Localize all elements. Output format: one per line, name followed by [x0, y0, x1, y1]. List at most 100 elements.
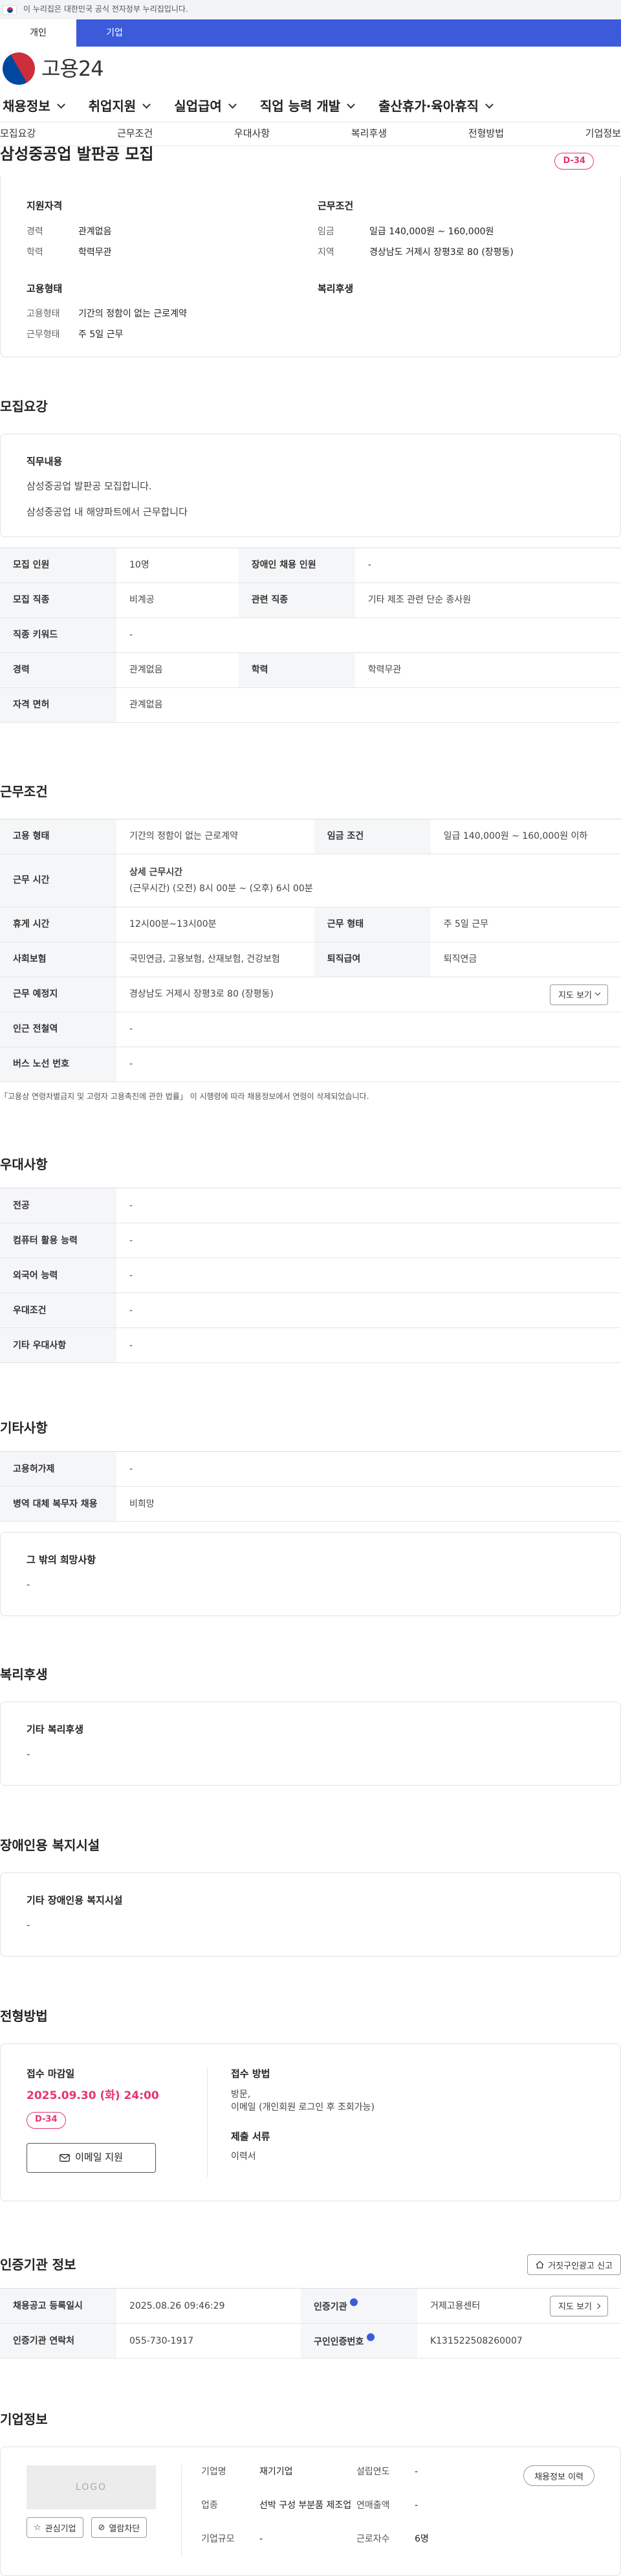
- deadline-block: 접수 마감일 2025.09.30 (화) 24:00 D-34 이메일 지원: [27, 2067, 208, 2178]
- cert-agency-value: 거제고용센터: [430, 2300, 481, 2311]
- anchor-welfare[interactable]: 복리후생: [351, 127, 387, 141]
- nav-skill-development[interactable]: 직업 능력 개발: [259, 97, 356, 116]
- report-false-ad-button[interactable]: 거짓구인광고 신고: [527, 2254, 621, 2276]
- cert-number-label: 구인인증번호: [313, 2337, 364, 2348]
- method-line: 방문,: [231, 2089, 251, 2100]
- section-title-work: 근무조건: [0, 783, 48, 799]
- company-info-grid: 기업명 재기기업 설립연도 - 업종 선박 구성 부분품 제조업 연매출액 - 기업규모…: [182, 2465, 518, 2557]
- table-value: -: [116, 1451, 621, 1487]
- table-row: 모집 직종 비계공 관련 직종 기타 제조 관련 단순 종사원: [0, 583, 621, 618]
- work-hours-detail: (근무시간) (오전) 8시 00분 ~ (오후) 6시 00분: [129, 883, 313, 894]
- anchor-preferences[interactable]: 우대사항: [234, 127, 270, 141]
- star-icon: ☆: [34, 2522, 41, 2533]
- nav-label: 채용정보: [3, 98, 50, 114]
- table-value: 비계공: [116, 583, 239, 618]
- anchor-selection[interactable]: 전형방법: [468, 127, 504, 141]
- table-value: -: [116, 1047, 621, 1082]
- agency-map-button[interactable]: 지도 보기: [550, 2295, 608, 2316]
- nav-label: 취업지원: [88, 98, 136, 114]
- table-value: 관계없음: [116, 652, 239, 688]
- summary-key: 학력: [27, 247, 43, 258]
- company-value: -: [259, 2534, 263, 2545]
- table-key: 임금 조건: [314, 819, 431, 854]
- table-key: 기타 우대사항: [0, 1327, 116, 1364]
- table-value: 학력무관: [354, 652, 621, 688]
- table-key: 자격 면허: [0, 687, 116, 723]
- table-key: 모집 인원: [0, 548, 116, 583]
- table-key: 인증기관: [300, 2288, 417, 2324]
- info-icon[interactable]: [350, 2298, 358, 2306]
- email-apply-button[interactable]: 이메일 지원: [27, 2142, 156, 2173]
- deadline-heading: 접수 마감일: [27, 2068, 75, 2080]
- company-key: 설립연도: [356, 2467, 390, 2478]
- map-view-button[interactable]: 지도 보기: [550, 984, 608, 1005]
- nav-employment-support[interactable]: 취업지원: [88, 97, 151, 116]
- chevron-down-icon: [347, 100, 356, 109]
- table-row: 인증기관 연락처 055-730-1917 구인인증번호 K131522508260…: [0, 2323, 621, 2359]
- welfare-heading: 기타 복리후생: [27, 1724, 84, 1736]
- chevron-down-icon: [485, 100, 494, 109]
- nav-label: 실업급여: [174, 98, 222, 114]
- cert-agency-label: 인증기관: [313, 2302, 347, 2313]
- gov-banner: 이 누리집은 대한민국 공식 전자정부 누리집입니다.: [0, 0, 621, 19]
- duty-card: 직무내용 삼성중공업 발판공 모집합니다. 삼성중공업 내 해양파트에서 근무합…: [0, 434, 621, 537]
- info-icon[interactable]: [367, 2333, 375, 2341]
- table-key: 사회보험: [0, 942, 116, 977]
- table-value: -: [116, 1327, 621, 1364]
- table-key: 외국어 능력: [0, 1258, 116, 1294]
- table-key: 전공: [0, 1188, 116, 1224]
- work-location: 경상남도 거제시 장평3로 80 (장평동): [129, 989, 274, 1000]
- summary-value: 경상남도 거제시 장평3로 80 (장평동): [369, 247, 514, 258]
- job-summary-card: 지원자격 경력 관계없음 학력 학력무관 근무조건 임금 일급 140,000원 ~ …: [0, 176, 621, 357]
- tab-company[interactable]: 기업: [76, 19, 153, 47]
- table-value: 퇴직연금: [430, 942, 621, 977]
- button-label: 채용정보 이력: [534, 2472, 583, 2482]
- block-icon: ⊘: [98, 2522, 105, 2533]
- logo-text: 고용24: [41, 56, 104, 81]
- nav-parental-leave[interactable]: 출산휴가·육아휴직: [378, 97, 494, 116]
- chevron-down-icon: [594, 990, 601, 996]
- qualification-heading: 지원자격: [27, 200, 63, 212]
- table-key: 구인인증번호: [300, 2323, 417, 2359]
- table-value: -: [116, 1012, 621, 1047]
- method-block: 접수 방법 방문, 이메일 (개인회원 로그인 후 조회가능) 제출 서류 이력…: [208, 2067, 375, 2177]
- anchor-company[interactable]: 기업정보: [585, 127, 621, 141]
- chevron-down-icon: [56, 100, 65, 109]
- table-row: 기타 우대사항 -: [0, 1327, 621, 1364]
- table-key: 병역 대체 복무자 채용: [0, 1486, 116, 1522]
- table-value: -: [116, 1188, 621, 1224]
- button-label: 관심기업: [45, 2524, 76, 2534]
- tab-personal[interactable]: 개인: [0, 19, 76, 47]
- table-value: K131522508260007: [417, 2323, 621, 2359]
- nav-label: 직업 능력 개발: [259, 98, 341, 114]
- job-history-button[interactable]: 채용정보 이력: [523, 2465, 594, 2487]
- cert-table: 채용공고 등록일시 2025.08.26 09:46:29 인증기관 거제고용센터 지…: [0, 2288, 621, 2359]
- site-logo[interactable]: 고용24: [0, 46, 621, 91]
- facility-heading: 기타 장애인용 복지시설: [27, 1894, 123, 1907]
- nav-job-info[interactable]: 채용정보: [3, 97, 65, 116]
- mail-icon: [60, 2153, 71, 2162]
- table-key: 고용 형태: [0, 819, 116, 854]
- anchor-work-conditions[interactable]: 근무조건: [117, 127, 153, 141]
- summary-key: 임금: [318, 226, 334, 237]
- table-value: -: [116, 617, 621, 653]
- other-wishes-value: -: [27, 1579, 30, 1591]
- block-view-button[interactable]: ⊘ 열람차단: [91, 2517, 147, 2538]
- table-value: 2025.08.26 09:46:29: [116, 2288, 301, 2324]
- korea-flag-icon: [3, 5, 17, 15]
- facility-value: -: [27, 1919, 30, 1931]
- button-label: 이메일 지원: [75, 2151, 123, 2163]
- recruit-table: 모집 인원 10명 장애인 채용 인원 - 모집 직종 비계공 관련 직종 기타 제조 관련…: [0, 548, 621, 723]
- table-key: 버스 노선 번호: [0, 1047, 116, 1082]
- company-key: 연매출액: [356, 2500, 390, 2511]
- favorite-company-button[interactable]: ☆ 관심기업: [27, 2517, 83, 2538]
- nav-unemployment-benefit[interactable]: 실업급여: [174, 97, 237, 116]
- chevron-down-icon: [142, 100, 151, 109]
- table-key: 경력: [0, 652, 116, 688]
- deadline-date: 2025.09.30 (화) 24:00: [27, 2089, 159, 2103]
- company-key: 기업규모: [201, 2534, 235, 2545]
- table-row: 고용 형태 기간의 정함이 없는 근로계약 임금 조건 일급 140,000원 ~ 1…: [0, 819, 621, 854]
- anchor-recruit[interactable]: 모집요강: [0, 127, 36, 141]
- summary-key: 지역: [318, 247, 334, 258]
- table-key: 퇴직급여: [314, 942, 431, 977]
